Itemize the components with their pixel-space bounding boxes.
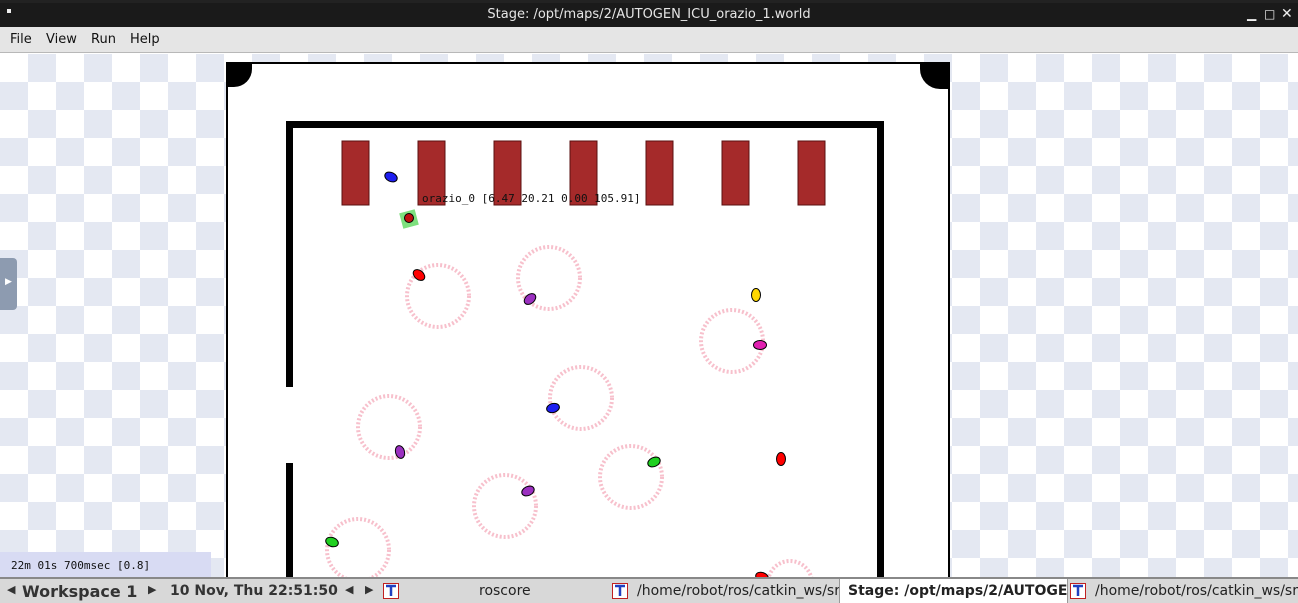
task-stage[interactable]: Stage: /opt/maps/2/AUTOGE [839, 579, 1068, 603]
robot [753, 340, 767, 350]
taskbar: ◀ Workspace 1 ▶ 10 Nov, Thu 22:51:50 ◀ ▶… [0, 577, 1298, 603]
menu-help[interactable]: Help [130, 32, 160, 47]
task-label: Stage: /opt/maps/2/AUTOGE [848, 583, 1068, 599]
terminal-icon [1070, 583, 1086, 599]
task-label: roscore [479, 583, 531, 599]
window-titlebar[interactable]: Stage: /opt/maps/2/AUTOGEN_ICU_orazio_1.… [0, 0, 1298, 27]
wall-left-upper [286, 121, 293, 387]
menu-file[interactable]: File [10, 32, 32, 47]
robot-label: orazio_0 [6.47 20.21 0.00 105.91] [422, 192, 641, 205]
workspace-prev-icon[interactable]: ◀ [7, 583, 15, 596]
simulation-canvas[interactable]: orazio_0 [6.47 20.21 0.00 105.91] ▶ 22m … [0, 54, 1298, 577]
robot [751, 288, 761, 302]
sim-time-status: 22m 01s 700msec [0.8] [0, 552, 211, 577]
world-map [226, 62, 950, 577]
task-terminal-2[interactable]: /home/robot/ros/catkin_ws/sr [1068, 579, 1298, 603]
sim-time-text: 22m 01s 700msec [0.8] [11, 559, 151, 572]
terminal-icon [612, 583, 628, 599]
menu-bar: File View Run Help [0, 27, 1298, 53]
bed [721, 140, 750, 206]
window-title: Stage: /opt/maps/2/AUTOGEN_ICU_orazio_1.… [487, 7, 811, 22]
side-panel-tab[interactable]: ▶ [0, 258, 17, 310]
wall-right [877, 121, 884, 577]
workspace-label[interactable]: Workspace 1 [22, 582, 137, 601]
task-label: /home/robot/ros/catkin_ws/sr [1095, 583, 1298, 599]
bed [797, 140, 826, 206]
task-terminal-1[interactable]: /home/robot/ros/catkin_ws/sr [610, 579, 840, 603]
close-icon[interactable]: ✕ [1281, 7, 1293, 21]
robot-orazio-0 [404, 213, 414, 223]
clock: 10 Nov, Thu 22:51:50 [170, 583, 338, 599]
menu-view[interactable]: View [46, 32, 77, 47]
bed [645, 140, 674, 206]
menu-run[interactable]: Run [91, 32, 116, 47]
wall-top [286, 121, 884, 128]
wall-left-lower [286, 463, 293, 577]
bed [341, 140, 370, 206]
tasks-prev-icon[interactable]: ◀ [345, 583, 353, 596]
maximize-icon[interactable]: □ [1264, 7, 1275, 21]
workspace-next-icon[interactable]: ▶ [148, 583, 156, 596]
minimize-icon[interactable]: ▁ [1247, 7, 1256, 21]
robot [776, 452, 786, 466]
terminal-icon [383, 583, 399, 599]
expand-arrow-icon: ▶ [5, 277, 12, 287]
task-label: /home/robot/ros/catkin_ws/sr [637, 583, 840, 599]
tasks-next-icon[interactable]: ▶ [365, 583, 373, 596]
task-roscore[interactable]: roscore [380, 579, 608, 603]
map-boundary [226, 62, 950, 577]
